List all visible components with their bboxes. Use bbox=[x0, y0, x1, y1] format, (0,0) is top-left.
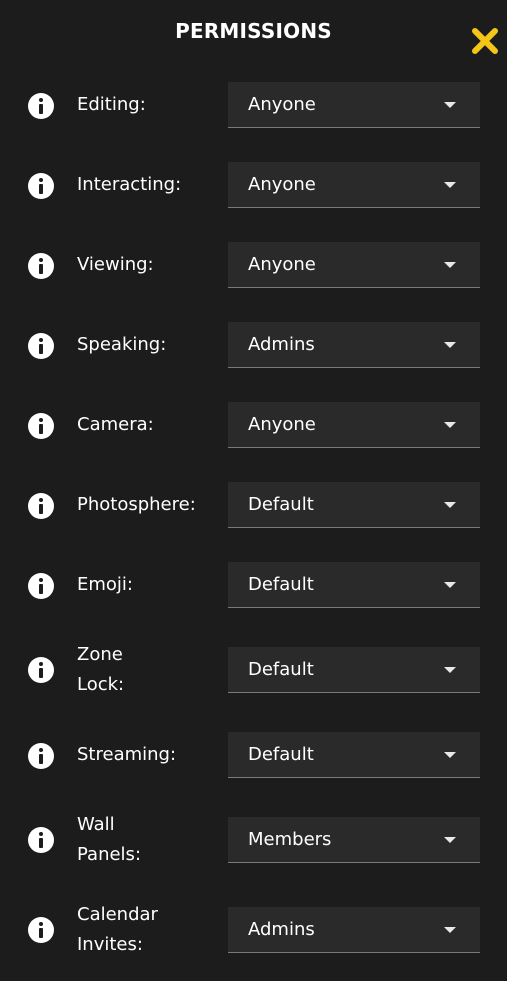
permission-label-photosphere: Photosphere: bbox=[77, 494, 196, 515]
calendar-invites-select-value: Admins bbox=[248, 919, 315, 940]
permission-label-editing: Editing: bbox=[77, 94, 146, 115]
viewing-select[interactable]: Anyone bbox=[228, 242, 480, 288]
photosphere-select[interactable]: Default bbox=[228, 482, 480, 528]
close-icon bbox=[472, 28, 498, 54]
page-title: PERMISSIONS bbox=[175, 19, 332, 43]
close-button[interactable] bbox=[470, 26, 500, 56]
editing-select-value: Anyone bbox=[248, 94, 316, 115]
streaming-select[interactable]: Default bbox=[228, 732, 480, 778]
photosphere-select-value: Default bbox=[248, 494, 314, 515]
streaming-select-value: Default bbox=[248, 744, 314, 765]
permission-row-camera: Camera: Anyone bbox=[0, 402, 507, 450]
permission-label-calendar-invites-line1: Calendar bbox=[77, 904, 158, 925]
viewing-select-value: Anyone bbox=[248, 254, 316, 275]
info-icon[interactable] bbox=[28, 93, 54, 119]
permission-row-photosphere: Photosphere: Default bbox=[0, 482, 507, 530]
interacting-select-value: Anyone bbox=[248, 174, 316, 195]
permission-label-camera: Camera: bbox=[77, 414, 154, 435]
permission-label-streaming: Streaming: bbox=[77, 744, 177, 765]
emoji-select-value: Default bbox=[248, 574, 314, 595]
info-icon[interactable] bbox=[28, 253, 54, 279]
permission-label-emoji: Emoji: bbox=[77, 574, 133, 595]
info-icon[interactable] bbox=[28, 743, 54, 769]
permission-label-viewing: Viewing: bbox=[77, 254, 154, 275]
info-icon[interactable] bbox=[28, 573, 54, 599]
speaking-select[interactable]: Admins bbox=[228, 322, 480, 368]
chevron-down-icon bbox=[444, 927, 456, 933]
wall-panels-select-value: Members bbox=[248, 829, 332, 850]
permission-row-viewing: Viewing: Anyone bbox=[0, 242, 507, 290]
interacting-select[interactable]: Anyone bbox=[228, 162, 480, 208]
chevron-down-icon bbox=[444, 422, 456, 428]
permission-row-interacting: Interacting: Anyone bbox=[0, 162, 507, 210]
permission-label-wall-panels-line1: Wall bbox=[77, 814, 115, 835]
permission-row-emoji: Emoji: Default bbox=[0, 562, 507, 610]
chevron-down-icon bbox=[444, 102, 456, 108]
permission-row-zone-lock: Zone Lock: Default bbox=[0, 640, 507, 700]
zone-lock-select-value: Default bbox=[248, 659, 314, 680]
chevron-down-icon bbox=[444, 342, 456, 348]
chevron-down-icon bbox=[444, 752, 456, 758]
permission-row-streaming: Streaming: Default bbox=[0, 732, 507, 780]
info-icon[interactable] bbox=[28, 827, 54, 853]
permission-label-zone-lock-line1: Zone bbox=[77, 644, 123, 665]
chevron-down-icon bbox=[444, 667, 456, 673]
wall-panels-select[interactable]: Members bbox=[228, 817, 480, 863]
info-icon[interactable] bbox=[28, 493, 54, 519]
speaking-select-value: Admins bbox=[248, 334, 315, 355]
chevron-down-icon bbox=[444, 502, 456, 508]
chevron-down-icon bbox=[444, 182, 456, 188]
info-icon[interactable] bbox=[28, 413, 54, 439]
calendar-invites-select[interactable]: Admins bbox=[228, 907, 480, 953]
permissions-panel: PERMISSIONS Editing: Anyone Interacting:… bbox=[0, 0, 507, 981]
camera-select[interactable]: Anyone bbox=[228, 402, 480, 448]
permission-row-wall-panels: Wall Panels: Members bbox=[0, 810, 507, 870]
permission-label-wall-panels-line2: Panels: bbox=[77, 844, 142, 865]
permission-row-speaking: Speaking: Admins bbox=[0, 322, 507, 370]
info-icon[interactable] bbox=[28, 917, 54, 943]
chevron-down-icon bbox=[444, 837, 456, 843]
permission-row-calendar-invites: Calendar Invites: Admins bbox=[0, 900, 507, 960]
permission-label-zone-lock-line2: Lock: bbox=[77, 674, 125, 695]
chevron-down-icon bbox=[444, 262, 456, 268]
info-icon[interactable] bbox=[28, 173, 54, 199]
info-icon[interactable] bbox=[28, 657, 54, 683]
permission-label-speaking: Speaking: bbox=[77, 334, 167, 355]
zone-lock-select[interactable]: Default bbox=[228, 647, 480, 693]
chevron-down-icon bbox=[444, 582, 456, 588]
editing-select[interactable]: Anyone bbox=[228, 82, 480, 128]
info-icon[interactable] bbox=[28, 333, 54, 359]
permission-row-editing: Editing: Anyone bbox=[0, 82, 507, 130]
permission-label-calendar-invites-line2: Invites: bbox=[77, 934, 143, 955]
camera-select-value: Anyone bbox=[248, 414, 316, 435]
emoji-select[interactable]: Default bbox=[228, 562, 480, 608]
permission-label-interacting: Interacting: bbox=[77, 174, 182, 195]
